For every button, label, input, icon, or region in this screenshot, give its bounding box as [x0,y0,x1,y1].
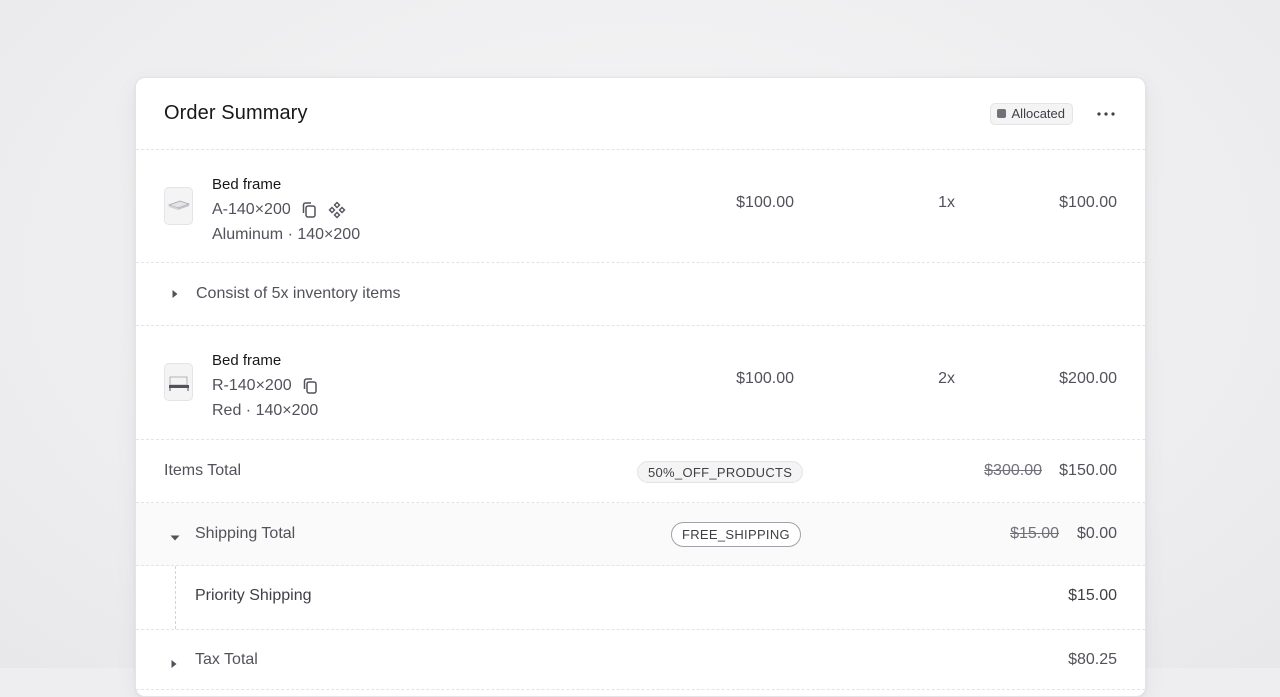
shipping-method-label: Priority Shipping [195,587,312,604]
item-variant: Aluminum · 140×200 [212,226,361,243]
caret-down-icon [170,529,180,547]
item-total: $100.00 [1059,194,1117,211]
items-total-row: Items Total 50%_OFF_PRODUCTS $300.00 $15… [136,440,1145,503]
copy-sku-button[interactable] [300,376,320,396]
item-total: $200.00 [1059,370,1117,387]
header-actions: Allocated [989,102,1117,125]
tax-total-toggle[interactable]: Tax Total $80.25 [136,630,1145,690]
shipping-total-original: $15.00 [1010,525,1059,542]
bed-frame-image-icon [168,376,189,391]
inventory-items-toggle[interactable]: Consist of 5x inventory items [136,263,1145,326]
item-quantity: 1x [938,194,955,211]
ellipsis-icon [1097,111,1115,116]
status-label: Allocated [1011,106,1065,121]
caret-right-icon [170,289,180,299]
component-button[interactable] [327,200,347,220]
shipping-method-row: Priority Shipping $15.00 [136,566,1145,630]
item-quantity: 2x [938,370,955,387]
item-sku-line: A-140×200 [212,197,360,222]
item-variant: Red · 140×200 [212,402,319,419]
item-info: Bed frame A-140×200 Aluminum · 140×200 [212,172,360,247]
items-total-original: $300.00 [984,462,1042,479]
caret-right-icon [170,656,178,674]
shipping-method-value: $15.00 [1068,587,1117,604]
items-promo-code-badge: 50%_OFF_PRODUCTS [637,461,804,483]
product-thumbnail [164,363,193,401]
tree-connector-line [175,566,176,629]
more-actions-button[interactable] [1095,103,1117,125]
order-summary-card: Order Summary Allocated Bed frame A-140×… [135,77,1146,697]
tax-total-label: Tax Total [195,651,258,668]
item-name: Bed frame [212,352,282,369]
tax-total-value: $80.25 [1068,651,1117,668]
shipping-total-toggle[interactable]: Shipping Total FREE_SHIPPING $15.00 $0.0… [136,503,1145,566]
page-title: Order Summary [164,102,308,124]
items-total-value: $150.00 [1059,462,1117,479]
item-price: $100.00 [736,370,794,387]
items-total-label: Items Total [164,462,242,479]
status-badge: Allocated [989,102,1073,125]
item-name: Bed frame [212,176,282,193]
copy-icon [302,201,316,218]
item-info: Bed frame R-140×200 Red · 140×200 [212,348,320,423]
item-sku-line: R-140×200 [212,373,320,398]
component-icon [328,201,346,218]
status-dot-icon [996,109,1006,118]
copy-sku-button[interactable] [299,200,319,220]
inventory-items-label: Consist of 5x inventory items [196,285,401,302]
item-sku: A-140×200 [212,201,291,218]
shipping-total-value: $0.00 [1076,525,1117,542]
item-price: $100.00 [736,194,794,211]
shipping-promo-code-badge: FREE_SHIPPING [671,522,801,547]
bed-frame-image-icon [167,200,190,210]
product-thumbnail [164,187,193,225]
shipping-total-label: Shipping Total [195,525,296,542]
line-item-row: Bed frame R-140×200 Red · 140×200 $100.0… [136,326,1145,440]
line-item-row: Bed frame A-140×200 Aluminum · 140×200 $… [136,150,1145,263]
copy-icon [303,377,317,394]
order-summary-header: Order Summary Allocated [136,78,1145,150]
item-sku: R-140×200 [212,377,292,394]
